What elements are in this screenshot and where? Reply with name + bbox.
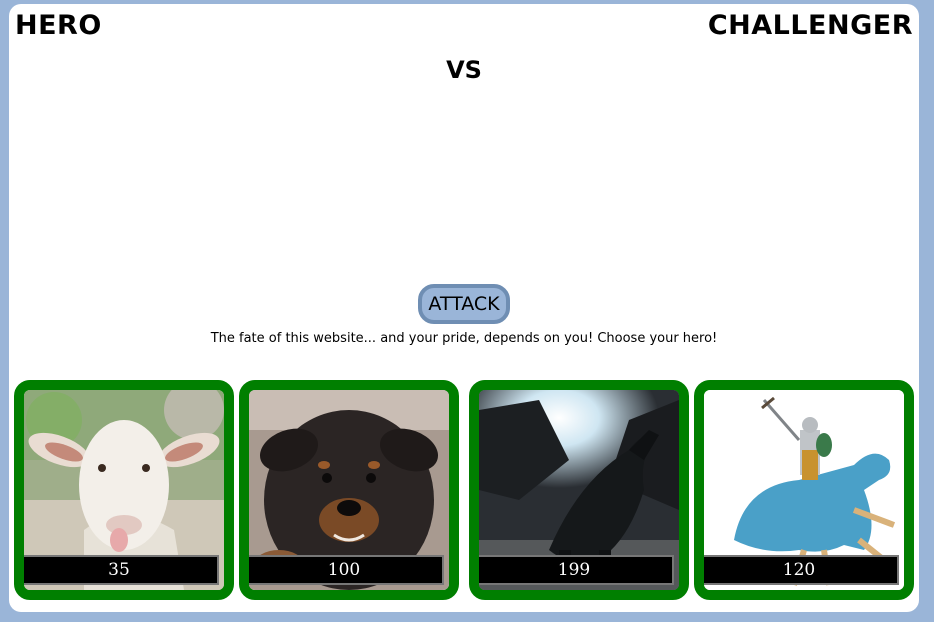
vs-label: VS [446, 56, 482, 84]
character-card-knight[interactable]: 120 [694, 380, 914, 600]
challenger-heading: CHALLENGER [707, 10, 913, 41]
character-card-puppy[interactable]: 100 [239, 380, 459, 600]
hp-value: 35 [24, 555, 219, 585]
game-panel: HERO CHALLENGER VS ATTACK The fate of th… [9, 4, 919, 612]
character-card-dragon[interactable]: 199 [469, 380, 689, 600]
hero-heading: HERO [15, 10, 102, 41]
hp-value: 100 [249, 555, 444, 585]
attack-button[interactable]: ATTACK [418, 284, 510, 324]
hp-value: 120 [704, 555, 899, 585]
character-card-sheep[interactable]: 35 [14, 380, 234, 600]
status-message: The fate of this website... and your pri… [210, 331, 718, 346]
hp-value: 199 [479, 555, 674, 585]
